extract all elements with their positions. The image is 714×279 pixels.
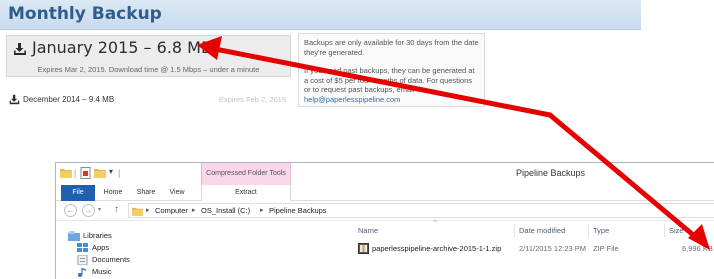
new-folder-icon[interactable] xyxy=(94,167,106,178)
support-email-link[interactable]: help@paperlesspipeline.com xyxy=(304,95,400,104)
tab-file[interactable]: File xyxy=(61,185,95,201)
column-header-size[interactable]: Size xyxy=(669,226,684,235)
table-row[interactable]: paperlesspipeline-archive-2015-1-1.zip 2… xyxy=(346,242,714,256)
qat-separator: | xyxy=(74,168,77,178)
properties-icon[interactable] xyxy=(80,167,91,179)
tab-view[interactable]: View xyxy=(166,185,188,201)
address-field[interactable]: ▸ Computer ▸ OS_Install (C:) ▸ Pipeline … xyxy=(128,203,714,218)
current-backup-box: January 2015 – 6.8 MB Expires Mar 2, 201… xyxy=(6,35,291,77)
nav-item-label: Music xyxy=(92,267,112,276)
tab-share[interactable]: Share xyxy=(133,185,159,201)
folder-icon xyxy=(132,207,143,216)
column-header-date-modified[interactable]: Date modified xyxy=(519,226,565,235)
column-divider xyxy=(514,224,515,237)
backup-web-panel: Monthly Backup January 2015 – 6.8 MB Exp… xyxy=(0,0,641,160)
back-arrow-icon: ← xyxy=(66,206,75,215)
zip-file-icon xyxy=(358,243,369,254)
file-size: 6,996 KB xyxy=(682,244,713,253)
libraries-icon xyxy=(68,231,80,241)
window-title: Pipeline Backups xyxy=(516,168,586,178)
info-past-backups-text: If you need past backups, they can be ge… xyxy=(304,66,475,95)
current-backup-details: Expires Mar 2, 2015. Download time @ 1.5… xyxy=(37,65,260,74)
previous-backup-expiry: Expires Feb 2, 2015 xyxy=(218,95,286,104)
column-header-type[interactable]: Type xyxy=(593,226,609,235)
column-divider xyxy=(588,224,589,237)
forward-button[interactable]: → xyxy=(82,204,95,217)
qat-dropdown-icon[interactable]: ▾ xyxy=(109,167,113,176)
download-icon xyxy=(9,94,20,105)
breadcrumb-drive[interactable]: OS_Install (C:) xyxy=(201,206,250,215)
backup-info-box: Backups are only available for 30 days f… xyxy=(298,33,485,107)
file-name: paperlesspipeline-archive-2015-1-1.zip xyxy=(372,244,502,253)
breadcrumb-pipeline-backups[interactable]: Pipeline Backups xyxy=(269,206,327,215)
current-backup-link[interactable]: January 2015 – 6.8 MB xyxy=(32,38,212,57)
column-header-name[interactable]: Name xyxy=(358,226,378,235)
file-list-pane: Name ^ Date modified Type Size paperless… xyxy=(346,220,714,279)
documents-icon xyxy=(77,255,88,265)
apps-icon xyxy=(77,243,88,252)
tab-home[interactable]: Home xyxy=(100,185,126,201)
download-icon xyxy=(14,43,26,55)
nav-item-label: Documents xyxy=(92,255,130,264)
previous-backup-row: December 2014 – 9.4 MB Expires Feb 2, 20… xyxy=(8,93,290,107)
folder-icon[interactable] xyxy=(60,167,72,178)
compressed-folder-tools-tab[interactable]: Compressed Folder Tools xyxy=(201,163,291,185)
back-button[interactable]: ← xyxy=(64,204,77,217)
column-divider xyxy=(664,224,665,237)
recent-locations-icon[interactable]: ▾ xyxy=(98,206,101,213)
ribbon-tabs: File Home Share View Extract xyxy=(56,185,714,201)
chevron-right-icon: ▸ xyxy=(146,207,150,214)
breadcrumb-computer[interactable]: Computer xyxy=(155,206,188,215)
tab-extract[interactable]: Extract xyxy=(201,185,291,201)
previous-backup-link[interactable]: December 2014 – 9.4 MB xyxy=(23,95,114,104)
file-explorer-window: | ▾ | Compressed Folder Tools Pipeline B… xyxy=(55,162,714,279)
page-title: Monthly Backup xyxy=(8,4,162,24)
file-type: ZIP File xyxy=(593,244,619,253)
file-date-modified: 2/11/2015 12:23 PM xyxy=(519,244,586,253)
forward-arrow-icon: → xyxy=(84,206,93,215)
navigation-pane: Libraries Apps Documents Music xyxy=(56,221,346,279)
nav-item-label: Apps xyxy=(92,243,110,252)
music-icon xyxy=(78,268,86,277)
sort-up-icon: ^ xyxy=(434,220,437,226)
qat-separator: | xyxy=(118,168,121,178)
up-arrow-icon[interactable]: ↑ xyxy=(114,204,119,215)
chevron-right-icon: ▸ xyxy=(260,207,264,214)
title-bar: | ▾ | Compressed Folder Tools Pipeline B… xyxy=(56,163,714,185)
chevron-right-icon: ▸ xyxy=(192,207,196,214)
panel-header: Monthly Backup xyxy=(0,0,641,30)
info-past-backups: If you need past backups, they can be ge… xyxy=(304,66,479,104)
address-bar-row: ← → ▾ ↑ ▸ Computer ▸ OS_Install (C:) ▸ P… xyxy=(56,201,714,221)
info-availability: Backups are only available for 30 days f… xyxy=(304,38,479,57)
nav-item-label: Libraries xyxy=(83,231,112,240)
